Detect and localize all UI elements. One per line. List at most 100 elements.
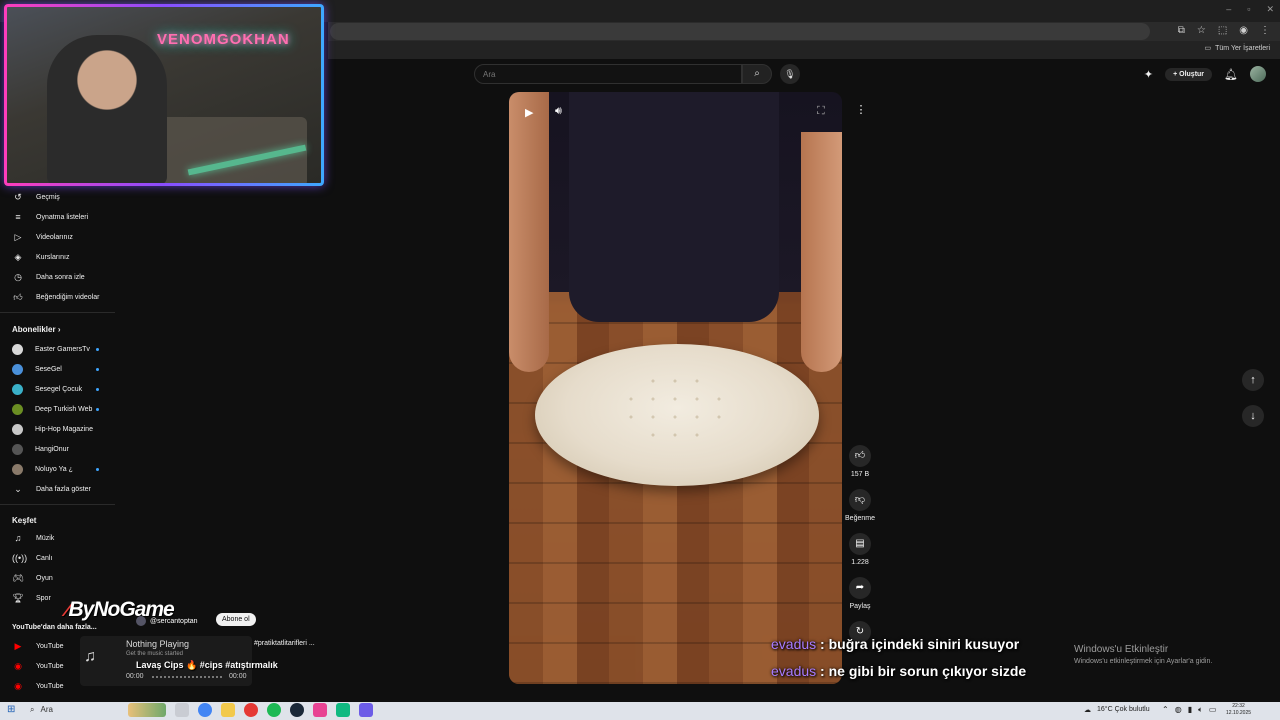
address-bar[interactable]: [330, 23, 1150, 40]
search-button[interactable]: ⌕: [742, 64, 772, 84]
search-icon: ⌕: [754, 68, 760, 79]
now-playing-subtitle: Get the music started: [126, 651, 184, 657]
install-app-icon[interactable]: ⧉: [1178, 25, 1185, 36]
create-button[interactable]: + Oluştur: [1165, 67, 1213, 81]
language-icon[interactable]: ▭: [1209, 705, 1217, 715]
widgets-icon[interactable]: [128, 703, 166, 717]
history-icon: ↺: [14, 192, 22, 202]
fullscreen-icon[interactable]: ⛶: [817, 105, 825, 118]
steam-icon[interactable]: [290, 703, 304, 717]
sidebar-item-courses[interactable]: ◈ Kurslarınız: [12, 252, 112, 263]
user-avatar[interactable]: [1250, 66, 1266, 82]
windows-start-icon[interactable]: ⊞: [7, 704, 15, 715]
short-hashtags[interactable]: #pratiktatlitarifleri ...: [254, 640, 315, 647]
sidebar-item-label: Videolarınız: [36, 234, 73, 241]
network-icon[interactable]: ◍: [1175, 705, 1182, 715]
sidebar-item-label: Oynatma listeleri: [36, 213, 89, 221]
voice-search-button[interactable]: 🎙︎: [780, 64, 800, 84]
sidebar-item-label: Kurslarınız: [36, 254, 70, 261]
playlist-icon: ≡: [15, 212, 21, 222]
sidebar-item-label: YouTube: [36, 663, 64, 670]
volume-icon[interactable]: 🔊︎: [555, 105, 562, 118]
music-time-elapsed: 00:00: [126, 673, 144, 680]
sidebar-item-music[interactable]: ♫ Müzik: [12, 533, 112, 543]
share-icon: ➦: [849, 577, 871, 599]
subscription-label: Easter GamersTv: [35, 346, 90, 353]
notifications-bell-icon[interactable]: 🔔︎: [1224, 68, 1238, 81]
sidebar-divider: [0, 504, 115, 505]
chrome-icon[interactable]: [198, 703, 212, 717]
close-button[interactable]: ✕: [1266, 4, 1274, 15]
shorts-video-player[interactable]: ▶ 🔊︎ ⛶: [509, 92, 842, 684]
sidebar-item-label: Oyun: [36, 575, 53, 582]
previous-short-button[interactable]: ↑: [1242, 369, 1264, 391]
subscription-label: Sesegel Çocuk: [35, 386, 83, 393]
next-short-button[interactable]: ↓: [1242, 405, 1264, 427]
sidebar-item-history[interactable]: ↺ Geçmiş: [12, 192, 112, 203]
live-indicator: [96, 348, 99, 351]
sidebar-item-gaming[interactable]: 🎮︎ Oyun: [12, 573, 112, 584]
browser-menu-icon[interactable]: ⋮: [1260, 25, 1270, 36]
mic-icon: 🎙︎: [784, 69, 796, 79]
comments-button[interactable]: ▤ 1.228: [840, 533, 880, 566]
taskbar-weather[interactable]: ☁︎ 16°C Çok bulutlu: [1084, 706, 1150, 714]
subscription-item[interactable]: Hip-Hop Magazine: [12, 424, 112, 435]
chat-message: evadus : buğra içindeki siniri kusuyor: [771, 636, 1019, 652]
subscription-item[interactable]: HangiOnur: [12, 444, 112, 455]
dislike-button[interactable]: 👎︎ Beğenme: [840, 489, 880, 522]
sidebar-item-playlists[interactable]: ≡ Oynatma listeleri: [12, 212, 112, 222]
file-explorer-icon[interactable]: [221, 703, 235, 717]
play-icon[interactable]: ▶: [525, 106, 533, 119]
all-bookmarks-button[interactable]: ▭ Tüm Yer İşaretleri: [1204, 44, 1270, 53]
speaker-icon[interactable]: 🔈︎: [1198, 705, 1203, 715]
thumbs-down-icon: 👎︎: [849, 489, 871, 511]
taskbar-apps: [128, 703, 373, 717]
activation-title: Windows'u Etkinleştir: [1074, 644, 1169, 655]
dislike-label: Beğenme: [845, 515, 875, 522]
sidebar-item-your-videos[interactable]: ▷ Videolarınız: [12, 232, 112, 243]
folder-icon: ▭: [1204, 45, 1212, 52]
chevron-down-icon: ⌄: [14, 484, 22, 494]
gaming-icon: 🎮︎: [12, 573, 24, 583]
taskbar-search-label: Ara: [40, 705, 53, 714]
create-label: Oluştur: [1179, 70, 1205, 78]
your-videos-icon: ▷: [14, 232, 22, 242]
ai-sparkle-icon[interactable]: ✦: [1144, 68, 1153, 81]
spotify-icon[interactable]: [267, 703, 281, 717]
profile-icon[interactable]: ◉: [1239, 25, 1248, 36]
share-button[interactable]: ➦ Paylaş: [840, 577, 880, 610]
opera-icon[interactable]: [244, 703, 258, 717]
chat-text: : buğra içindeki siniri kusuyor: [820, 636, 1020, 652]
battery-icon[interactable]: ▮: [1188, 705, 1192, 715]
short-channel[interactable]: @sercantoptan: [136, 616, 198, 626]
app-icon[interactable]: [336, 703, 350, 717]
search-input[interactable]: Ara: [474, 64, 742, 84]
chevron-up-icon[interactable]: ⌃: [1162, 705, 1169, 715]
sidebar-item-label: Müzik: [36, 534, 55, 542]
subscriptions-heading[interactable]: Abonelikler ›: [12, 325, 60, 334]
more-options-icon[interactable]: ⋮: [852, 103, 870, 121]
app-icon[interactable]: [313, 703, 327, 717]
explore-heading: Keşfet: [12, 516, 37, 525]
subscription-label: HangiOnur: [35, 446, 69, 453]
like-button[interactable]: 👍︎ 157 B: [840, 445, 880, 478]
sidebar-item-watch-later[interactable]: ◷ Daha sonra izle: [12, 272, 112, 283]
sidebar-item-label: Geçmiş: [36, 194, 60, 201]
taskbar-clock[interactable]: 22:32 12.10.2025: [1226, 703, 1251, 717]
minimize-button[interactable]: –: [1226, 4, 1231, 15]
taskbar-search[interactable]: ⌕ Ara: [30, 705, 53, 715]
sidebar: ↺ Geçmiş ≡ Oynatma listeleri ▷ Videolarınız…: [0, 186, 118, 702]
sidebar-item-live[interactable]: ((•)) Canlı: [12, 553, 112, 563]
subscribe-button[interactable]: Abone ol: [216, 613, 256, 626]
all-bookmarks-label: Tüm Yer İşaretleri: [1215, 44, 1270, 52]
now-playing-title: Nothing Playing: [126, 639, 190, 649]
show-more-button[interactable]: ⌄ Daha fazla göster: [12, 484, 112, 495]
sidebar-item-liked-videos[interactable]: 👍︎ Beğendiğim videolar: [12, 292, 112, 303]
bookmark-star-icon[interactable]: ☆: [1197, 25, 1206, 36]
extensions-icon[interactable]: ⬚: [1218, 25, 1227, 36]
subscription-label: Deep Turkish Web: [35, 406, 93, 413]
share-label: Paylaş: [849, 603, 871, 610]
task-view-icon[interactable]: [175, 703, 189, 717]
app-icon[interactable]: [359, 703, 373, 717]
maximize-button[interactable]: ▫: [1247, 4, 1250, 15]
